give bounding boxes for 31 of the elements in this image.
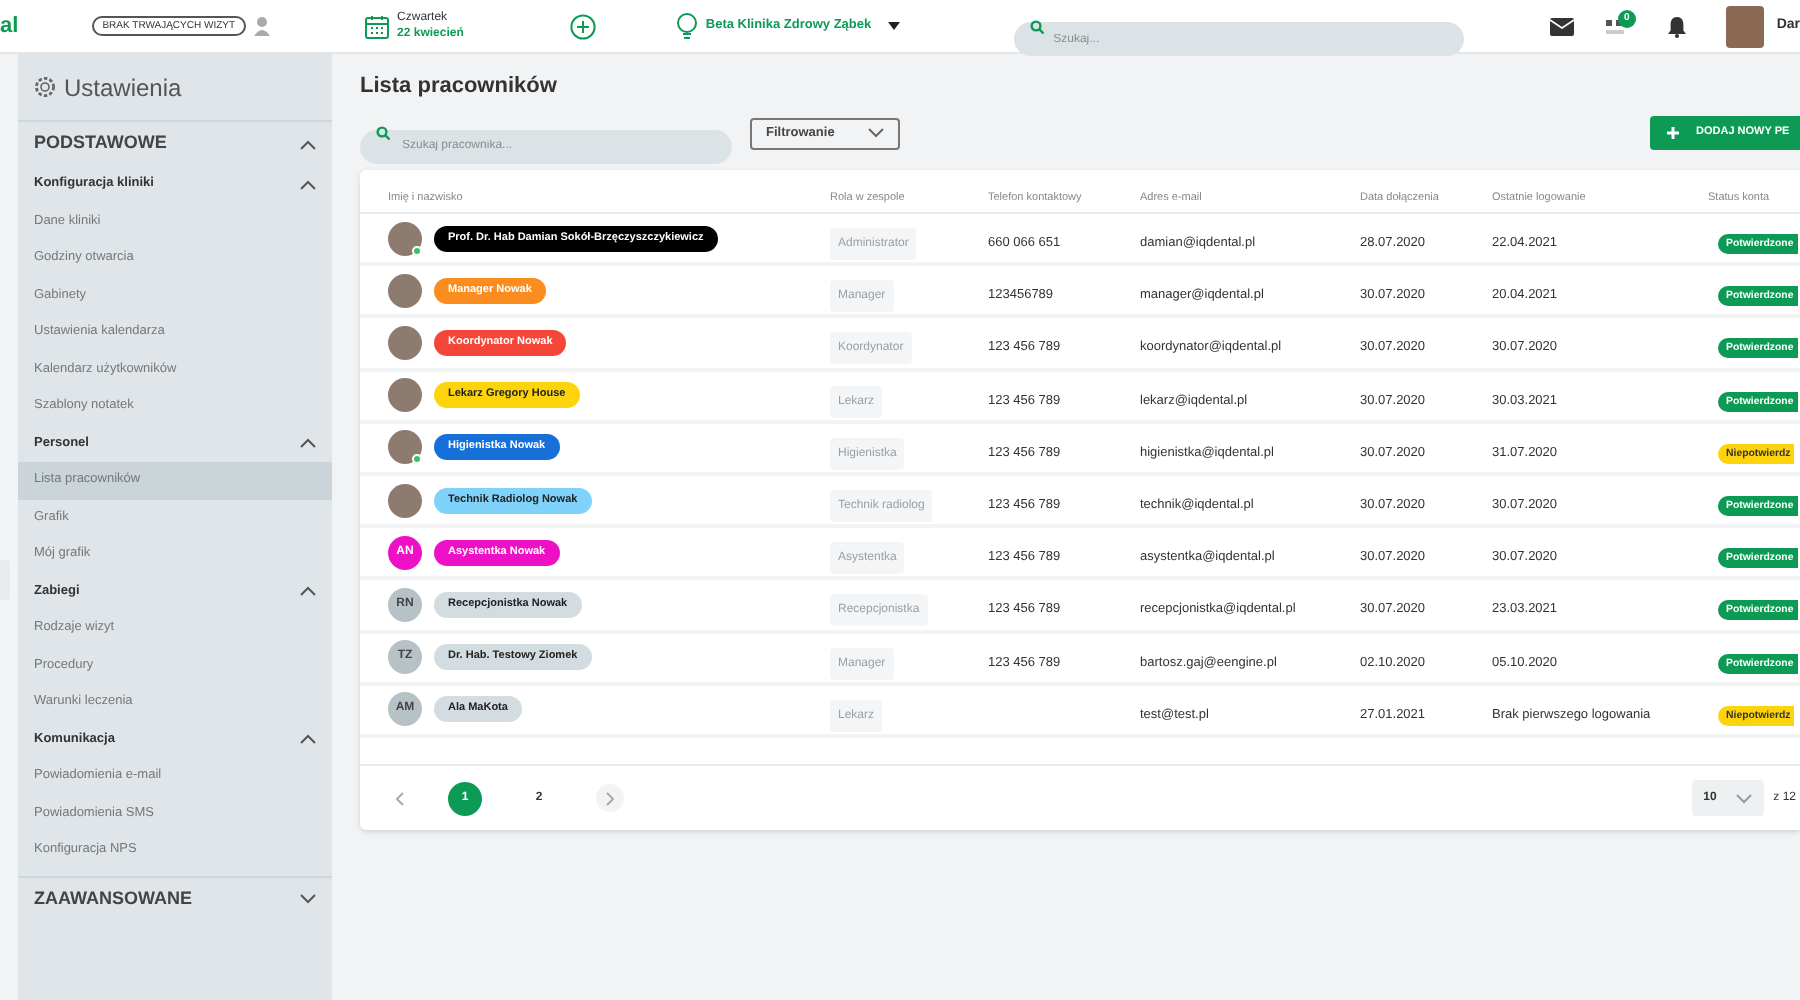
chevron-down-icon — [1735, 793, 1752, 803]
search-icon — [1029, 19, 1044, 33]
search-icon — [376, 126, 390, 140]
logo-text: al — [0, 11, 21, 42]
chevron-up-icon — [300, 139, 316, 149]
plus-icon — [1666, 126, 1680, 140]
chevron-up-icon — [300, 179, 316, 190]
chevron-down-icon — [300, 894, 316, 904]
chevron-up-icon — [300, 438, 316, 449]
chevron-down-icon — [868, 128, 884, 138]
chevron-left-icon — [396, 791, 404, 805]
chevron-right-icon — [606, 791, 614, 805]
add-visit-button[interactable] — [569, 13, 596, 39]
plus-circle-icon — [569, 13, 596, 39]
bell-icon — [1667, 15, 1686, 37]
chevron-up-icon — [300, 734, 316, 745]
notifications-button[interactable] — [1667, 15, 1686, 37]
person-icon — [253, 16, 270, 36]
mail-button[interactable] — [1550, 17, 1575, 35]
sidebar-section-header[interactable]: PODSTAWOWE — [18, 122, 332, 166]
calendar-icon — [363, 13, 390, 39]
page-title: Lista pracowników — [360, 72, 559, 102]
chevron-up-icon — [300, 586, 316, 597]
user-photo-placeholder — [1725, 5, 1765, 47]
next-page-button[interactable] — [596, 784, 624, 812]
sidebar-section-header[interactable]: ZAAWANSOWANE — [18, 877, 332, 921]
lightbulb-icon — [675, 11, 698, 41]
gear-icon — [34, 76, 56, 98]
caret-icon — [887, 22, 900, 30]
sidebar-title: Ustawienia — [64, 71, 182, 105]
envelope-icon — [1550, 17, 1575, 35]
